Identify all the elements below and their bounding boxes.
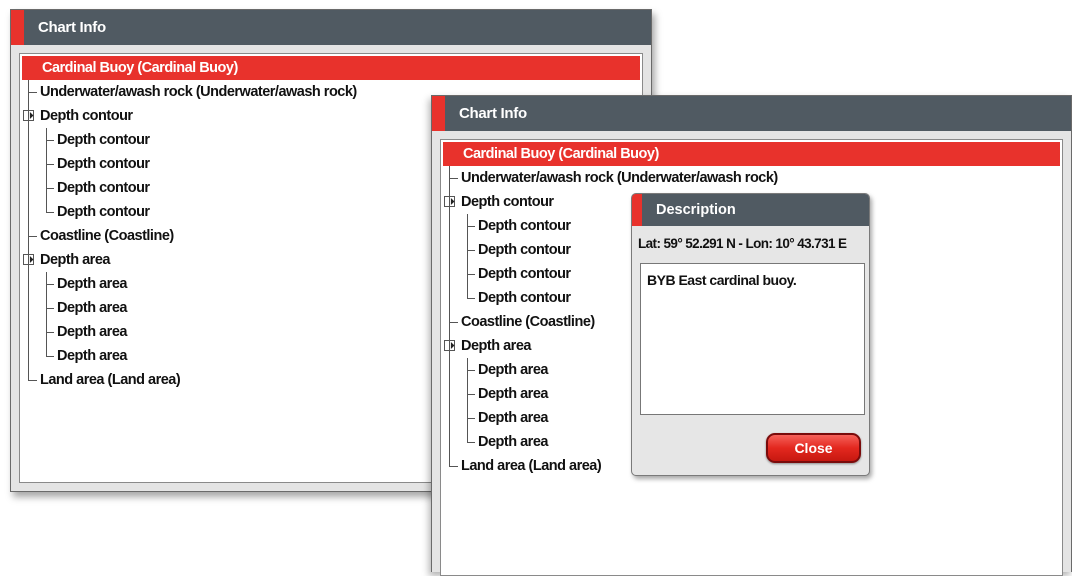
tree-item[interactable]: Cardinal Buoy (Cardinal Buoy) <box>443 142 1060 166</box>
tree-trunk <box>28 80 29 380</box>
dialog-title: Description <box>656 202 736 218</box>
tree-item-label: Land area (Land area) <box>40 372 181 388</box>
dialog-title-bar: Description <box>632 194 869 226</box>
tree-branch <box>467 214 468 298</box>
title-accent <box>11 10 24 45</box>
tree-connector <box>46 308 54 309</box>
tree-connector <box>46 356 54 357</box>
tree-branch <box>46 272 47 356</box>
tree-item-label: Depth area <box>57 276 127 292</box>
tree-connector <box>28 92 37 93</box>
dialog-title-accent <box>632 194 642 226</box>
window-title: Chart Info <box>38 19 106 36</box>
tree-item-label: Depth contour <box>57 132 150 148</box>
tree-item-label: Depth contour <box>57 156 150 172</box>
tree-connector <box>467 226 475 227</box>
tree-item-label: Depth area <box>461 338 531 354</box>
tree-item-label: Depth contour <box>57 180 150 196</box>
close-button[interactable]: Close <box>766 433 861 463</box>
tree-connector <box>46 284 54 285</box>
tree-item-label: Depth area <box>57 324 127 340</box>
tree-item-label: Depth contour <box>478 266 571 282</box>
tree-item-label: Underwater/awash rock (Underwater/awash … <box>40 84 357 100</box>
tree-connector <box>449 178 458 179</box>
tree-item-label: Depth contour <box>478 290 571 306</box>
tree-item[interactable]: Underwater/awash rock (Underwater/awash … <box>441 166 1062 190</box>
tree-item-label: Underwater/awash rock (Underwater/awash … <box>461 170 778 186</box>
chart-info-window-front: Chart Info Cardinal Buoy (Cardinal Buoy)… <box>431 95 1072 576</box>
description-text-box[interactable]: BYB East cardinal buoy. <box>640 263 865 415</box>
tree-connector <box>46 212 54 213</box>
tree-connector <box>28 236 37 237</box>
tree-item-label: Depth area <box>40 252 110 268</box>
tree-item-label: Cardinal Buoy (Cardinal Buoy) <box>42 60 238 76</box>
tree-item-label: Depth area <box>57 300 127 316</box>
tree-item-label: Depth area <box>478 410 548 426</box>
tree-item-label: Depth contour <box>57 204 150 220</box>
title-bar: Chart Info <box>432 96 1071 131</box>
tree-item-label: Depth area <box>478 434 548 450</box>
tree-item-label: Depth contour <box>40 108 133 124</box>
position-coordinates: Lat: 59° 52.291 N - Lon: 10° 43.731 E <box>638 236 847 251</box>
tree-item-label: Depth area <box>57 348 127 364</box>
title-accent <box>432 96 445 131</box>
tree-connector <box>467 394 475 395</box>
tree-trunk <box>449 166 450 466</box>
tree-item-label: Coastline (Coastline) <box>40 228 174 244</box>
tree-connector <box>467 442 475 443</box>
tree-connector <box>449 322 458 323</box>
tree-item-label: Coastline (Coastline) <box>461 314 595 330</box>
tree-item-label: Depth contour <box>478 218 571 234</box>
window-title: Chart Info <box>459 105 527 122</box>
tree-connector <box>467 418 475 419</box>
tree-item-label: Depth area <box>478 386 548 402</box>
tree-item-label: Land area (Land area) <box>461 458 602 474</box>
tree-connector <box>46 164 54 165</box>
tree-item-label: Depth contour <box>461 194 554 210</box>
tree-connector <box>46 188 54 189</box>
tree-connector <box>467 298 475 299</box>
tree-connector <box>28 380 37 381</box>
tree-connector <box>467 274 475 275</box>
tree-item-label: Depth contour <box>478 242 571 258</box>
tree-connector <box>46 140 54 141</box>
tree-connector <box>449 466 458 467</box>
tree-branch <box>467 358 468 442</box>
tree-connector <box>46 332 54 333</box>
tree-connector <box>467 370 475 371</box>
tree-item-label: Cardinal Buoy (Cardinal Buoy) <box>463 146 659 162</box>
tree-item[interactable]: Cardinal Buoy (Cardinal Buoy) <box>22 56 640 80</box>
tree-connector <box>467 250 475 251</box>
description-dialog: Description Lat: 59° 52.291 N - Lon: 10°… <box>631 193 870 476</box>
title-bar: Chart Info <box>11 10 651 45</box>
tree-branch <box>46 128 47 212</box>
tree-item-label: Depth area <box>478 362 548 378</box>
